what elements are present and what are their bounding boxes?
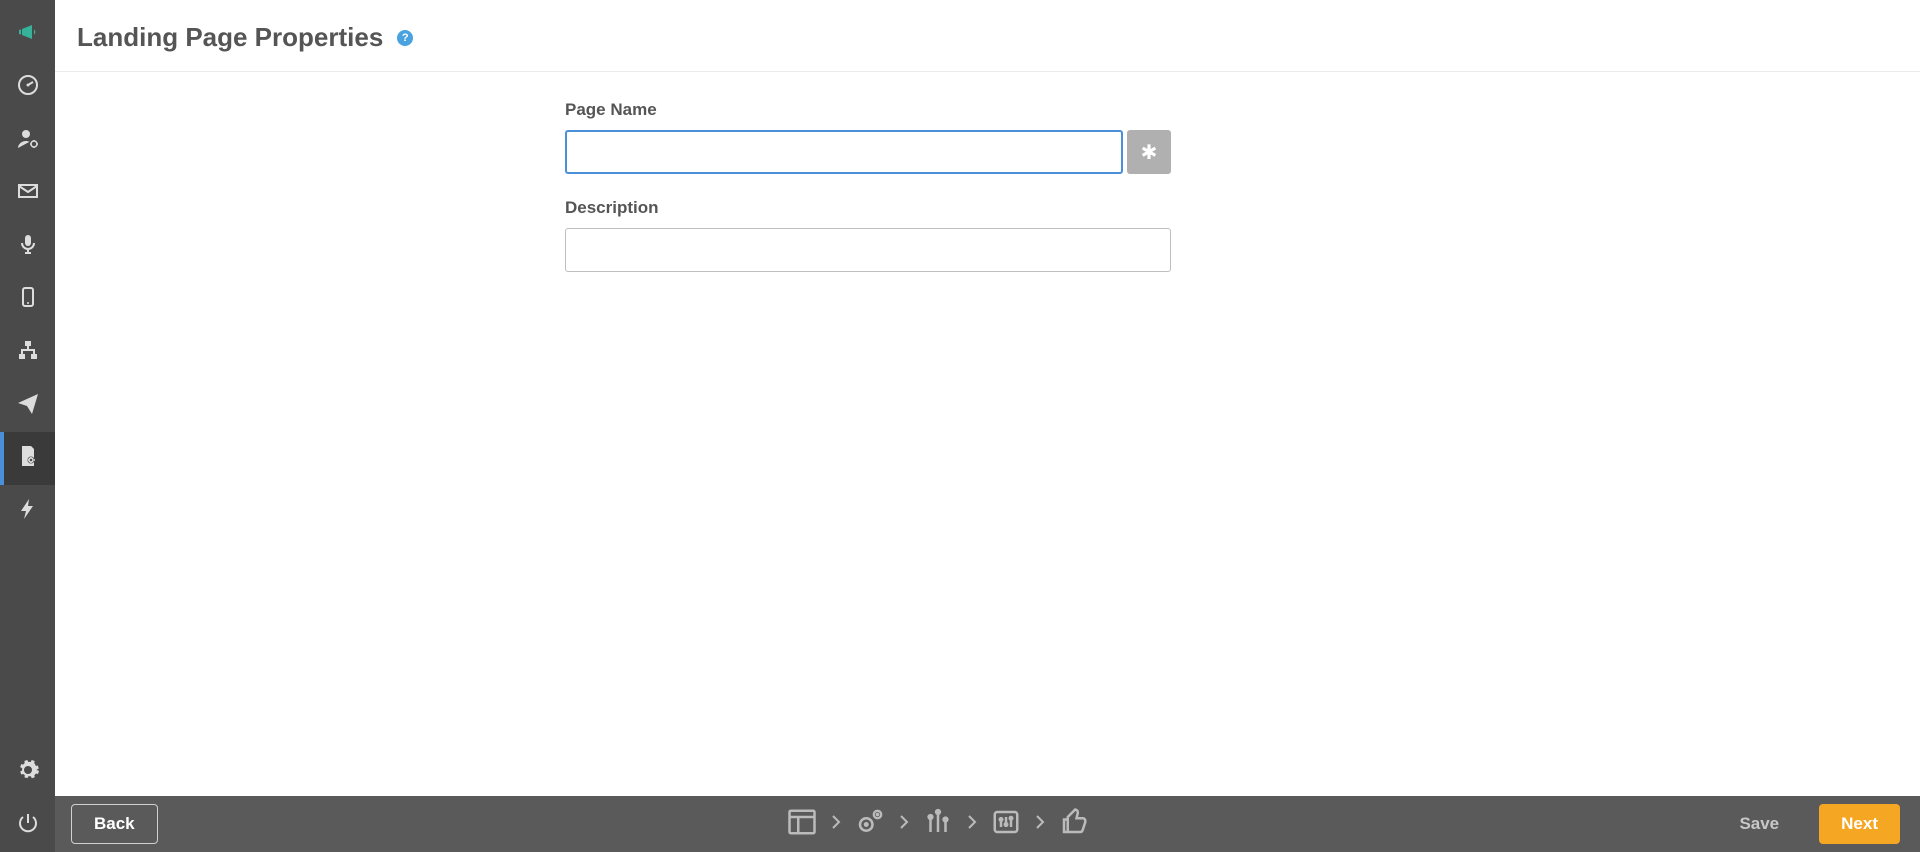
- sidebar-item-microphone[interactable]: [0, 220, 55, 273]
- bolt-icon: [16, 497, 40, 526]
- sidebar-item-landing-page[interactable]: [0, 432, 55, 485]
- sitemap-icon: [16, 338, 40, 367]
- main: Landing Page Properties ? Page Name ✱ De…: [55, 0, 1920, 852]
- thumbs-up-icon: [1059, 824, 1089, 841]
- sidebar-item-user-settings[interactable]: [0, 114, 55, 167]
- chevron-right-icon: [831, 814, 841, 835]
- page-header: Landing Page Properties ?: [55, 0, 1920, 72]
- sliders-icon: [991, 824, 1021, 841]
- page-title: Landing Page Properties: [77, 22, 383, 53]
- next-button[interactable]: Next: [1819, 804, 1900, 844]
- dashboard-icon: [16, 73, 40, 102]
- description-row: Description: [565, 198, 1171, 272]
- description-input[interactable]: [565, 228, 1171, 272]
- page-name-label: Page Name: [565, 100, 1171, 120]
- gears-icon: [855, 824, 885, 841]
- sidebar-item-power[interactable]: [0, 799, 55, 852]
- mail-icon: [16, 179, 40, 208]
- power-icon: [16, 811, 40, 840]
- design-tools-icon: [923, 824, 953, 841]
- mobile-icon: [16, 285, 40, 314]
- page-name-input[interactable]: [565, 130, 1123, 174]
- page-name-row: Page Name ✱: [565, 100, 1171, 174]
- sidebar-item-bolt[interactable]: [0, 485, 55, 538]
- user-settings-icon: [16, 126, 40, 155]
- footer-bar: Back: [55, 796, 1920, 852]
- step-layout[interactable]: [787, 807, 817, 842]
- gear-icon: [16, 758, 40, 787]
- sidebar-item-sitemap[interactable]: [0, 326, 55, 379]
- step-configure[interactable]: [991, 807, 1021, 842]
- asterisk-icon: ✱: [1141, 140, 1158, 165]
- chevron-right-icon: [899, 814, 909, 835]
- save-button[interactable]: Save: [1717, 804, 1801, 844]
- back-button[interactable]: Back: [71, 804, 158, 844]
- required-indicator: ✱: [1127, 130, 1171, 174]
- chevron-right-icon: [967, 814, 977, 835]
- microphone-icon: [16, 232, 40, 261]
- layout-icon: [787, 824, 817, 841]
- sidebar-item-mobile[interactable]: [0, 273, 55, 326]
- send-icon: [16, 391, 40, 420]
- step-design[interactable]: [923, 807, 953, 842]
- sidebar-item-send[interactable]: [0, 379, 55, 432]
- step-settings[interactable]: [855, 807, 885, 842]
- description-label: Description: [565, 198, 1171, 218]
- step-review[interactable]: [1059, 807, 1089, 842]
- sidebar-item-dashboard[interactable]: [0, 61, 55, 114]
- chevron-right-icon: [1035, 814, 1045, 835]
- sidebar-item-settings[interactable]: [0, 746, 55, 799]
- properties-form: Page Name ✱ Description: [565, 100, 1171, 272]
- megaphone-icon: [16, 20, 40, 49]
- sidebar-item-megaphone[interactable]: [0, 8, 55, 61]
- landing-page-icon: [16, 444, 40, 473]
- content-area: Page Name ✱ Description: [55, 72, 1920, 796]
- sidebar-item-mail[interactable]: [0, 167, 55, 220]
- sidebar: [0, 0, 55, 852]
- help-icon[interactable]: ?: [397, 30, 413, 46]
- wizard-steps: [176, 807, 1700, 842]
